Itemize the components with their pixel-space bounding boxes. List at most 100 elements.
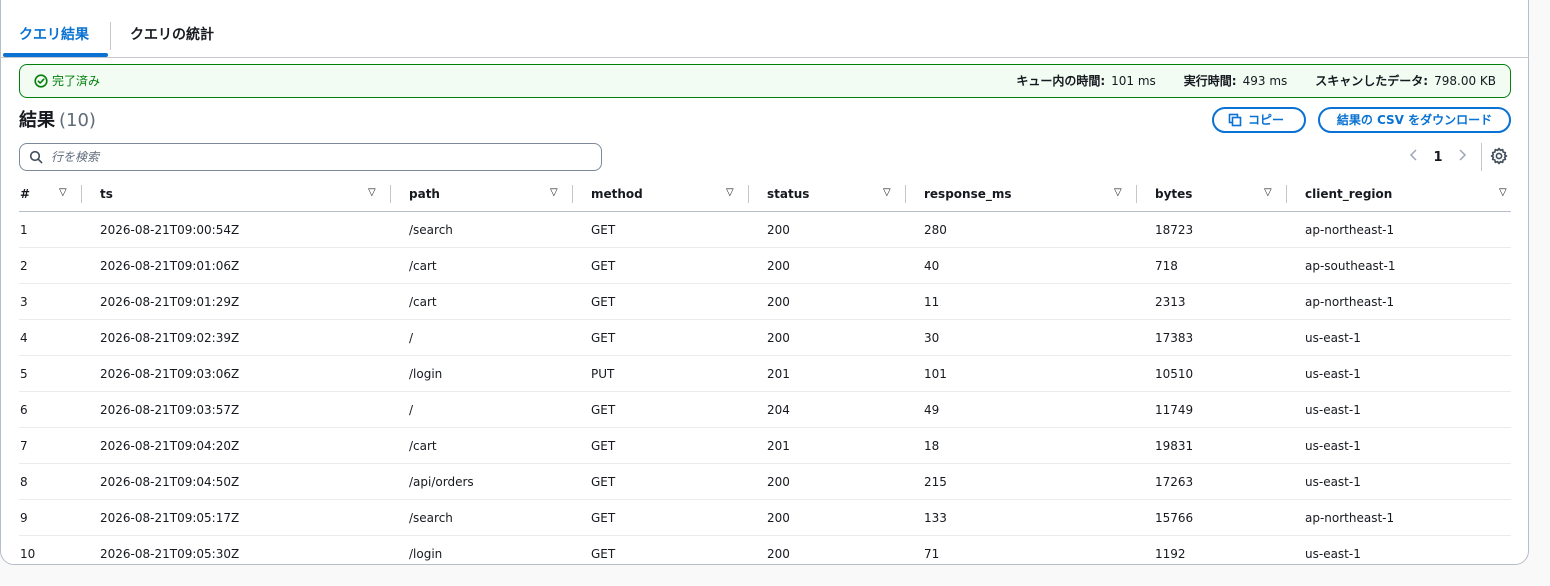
column-label: # bbox=[20, 187, 31, 201]
column-header-response-ms[interactable]: response_ms ▽ bbox=[906, 177, 1137, 212]
table-cell: PUT bbox=[573, 355, 749, 392]
table-cell: 2026-08-21T09:03:57Z bbox=[82, 391, 391, 428]
table-cell: 2026-08-21T09:04:50Z bbox=[82, 463, 391, 500]
sort-caret-icon[interactable]: ▽ bbox=[726, 187, 734, 198]
table-cell: 2026-08-21T09:05:17Z bbox=[82, 499, 391, 536]
copy-label: コピー bbox=[1248, 113, 1285, 127]
table-cell: ap-northeast-1 bbox=[1287, 283, 1511, 320]
column-label: client_region bbox=[1305, 187, 1393, 201]
table-cell: GET bbox=[573, 211, 749, 248]
query-stats: キュー内の時間: 101 ms 実行時間: 493 ms スキャンしたデータ: 798… bbox=[1016, 65, 1496, 97]
table-cell: 71 bbox=[924, 546, 940, 561]
chevron-left-icon[interactable] bbox=[1402, 149, 1426, 165]
sort-caret-icon[interactable]: ▽ bbox=[883, 187, 891, 198]
table-cell: ap-northeast-1 bbox=[1287, 499, 1511, 536]
column-header-path[interactable]: path ▽ bbox=[391, 177, 573, 212]
table-header-row: # ▽ ts ▽ path ▽ method ▽ status ▽ respon… bbox=[19, 177, 1511, 212]
stat-label: 実行時間: bbox=[1183, 74, 1237, 88]
table-row: 8 2026-08-21T09:04:50Z/api/orders GET 200 21… bbox=[19, 463, 1511, 500]
table-cell: / bbox=[391, 391, 573, 428]
table-cell: 3 bbox=[19, 283, 82, 320]
column-header-index[interactable]: # ▽ bbox=[19, 177, 82, 212]
results-heading: 結果 (10) bbox=[19, 106, 96, 132]
copy-button[interactable]: コピー bbox=[1212, 107, 1306, 133]
table-row: 5 2026-08-21T09:03:06Z/login PUT 201 101 1051… bbox=[19, 355, 1511, 392]
table-cell: 200 bbox=[749, 283, 906, 320]
search-input[interactable] bbox=[49, 149, 573, 165]
table-cell: 201 bbox=[749, 355, 906, 392]
sort-caret-icon[interactable]: ▽ bbox=[1264, 187, 1272, 198]
row-search bbox=[19, 143, 602, 171]
table-cell: us-east-1 bbox=[1287, 355, 1511, 392]
column-header-status[interactable]: status ▽ bbox=[749, 177, 906, 212]
sort-caret-icon[interactable]: ▽ bbox=[550, 187, 558, 198]
column-label: response_ms bbox=[924, 187, 1012, 201]
table-cell: 11749 bbox=[1137, 391, 1287, 428]
table-cell: GET bbox=[573, 499, 749, 536]
chevron-right-icon[interactable] bbox=[1450, 149, 1474, 165]
pagination: 1 bbox=[1402, 143, 1474, 171]
search-icon bbox=[29, 150, 43, 164]
table-cell: 200 bbox=[749, 319, 906, 356]
table-cell: GET bbox=[573, 283, 749, 320]
table-cell: 2026-08-21T09:04:20Z bbox=[82, 427, 391, 464]
results-count: (10) bbox=[59, 110, 96, 131]
column-header-ts[interactable]: ts ▽ bbox=[82, 177, 391, 212]
tab-query-results[interactable]: クエリ結果 bbox=[0, 14, 108, 57]
table-cell: us-east-1 bbox=[1287, 427, 1511, 464]
status-text: 完了済み bbox=[52, 74, 101, 88]
download-csv-button[interactable]: 結果の CSV をダウンロード bbox=[1318, 107, 1511, 133]
status-indicator: 完了済み bbox=[34, 65, 100, 97]
results-table: # ▽ ts ▽ path ▽ method ▽ status ▽ respon… bbox=[19, 177, 1511, 571]
table-row: 10 2026-08-21T09:05:30Z/login GET 200 71 1192… bbox=[19, 536, 1511, 572]
table-row: 6 2026-08-21T09:03:57Z / GET 204 49 11749 us-ea… bbox=[19, 391, 1511, 428]
table-cell: 10 bbox=[20, 546, 36, 561]
column-header-bytes[interactable]: bytes ▽ bbox=[1137, 177, 1287, 212]
column-header-method[interactable]: method ▽ bbox=[573, 177, 749, 212]
sort-caret-icon[interactable]: ▽ bbox=[368, 187, 376, 198]
page-number[interactable]: 1 bbox=[1426, 150, 1450, 165]
sort-caret-icon[interactable]: ▽ bbox=[59, 187, 67, 198]
table-cell: 6 bbox=[19, 391, 82, 428]
table-cell: 101 bbox=[906, 355, 1137, 392]
table-row: 1 2026-08-21T09:00:54Z/search GET 200 280 187… bbox=[19, 211, 1511, 248]
stat-run-time: 実行時間: 493 ms bbox=[1184, 65, 1287, 97]
table-cell: 18723 bbox=[1137, 211, 1287, 248]
stat-label: キュー内の時間: bbox=[1016, 74, 1106, 88]
table-cell: us-east-1 bbox=[1287, 319, 1511, 356]
table-row: 3 2026-08-21T09:01:29Z/cart GET 200 11 2313 ap… bbox=[19, 283, 1511, 320]
table-cell: 2026-08-21T09:05:30Z bbox=[100, 546, 240, 561]
sort-caret-icon[interactable]: ▽ bbox=[1499, 187, 1507, 198]
table-cell: GET bbox=[573, 427, 749, 464]
gear-icon[interactable] bbox=[1489, 146, 1509, 166]
table-cell: 200 bbox=[767, 546, 790, 561]
table-cell: 2313 bbox=[1137, 283, 1287, 320]
column-label: path bbox=[409, 187, 440, 201]
column-label: status bbox=[767, 187, 810, 201]
table-cell: 40 bbox=[906, 247, 1137, 284]
table-cell: /search bbox=[391, 211, 573, 248]
tab-query-stats[interactable]: クエリの統計 bbox=[111, 14, 233, 57]
table-cell: 280 bbox=[906, 211, 1137, 248]
table-cell: 2026-08-21T09:01:06Z bbox=[82, 247, 391, 284]
table-cell: 19831 bbox=[1137, 427, 1287, 464]
table-cell: GET bbox=[573, 319, 749, 356]
table-cell: 2 bbox=[19, 247, 82, 284]
table-cell: /cart bbox=[391, 247, 573, 284]
check-circle-icon bbox=[34, 74, 48, 88]
table-row: 4 2026-08-21T09:02:39Z / GET 200 30 17383 us-ea… bbox=[19, 319, 1511, 356]
table-cell: GET bbox=[573, 391, 749, 428]
table-cell: 4 bbox=[19, 319, 82, 356]
column-label: bytes bbox=[1155, 187, 1193, 201]
table-cell: 49 bbox=[906, 391, 1137, 428]
table-cell: /cart bbox=[391, 283, 573, 320]
stat-value: 493 ms bbox=[1242, 74, 1288, 88]
column-header-client-region[interactable]: client_region ▽ bbox=[1287, 177, 1511, 212]
table-cell: 2026-08-21T09:02:39Z bbox=[82, 319, 391, 356]
table-cell: GET bbox=[573, 247, 749, 284]
table-cell: /login bbox=[391, 355, 573, 392]
table-cell: /search bbox=[391, 499, 573, 536]
table-cell: 17263 bbox=[1137, 463, 1287, 500]
sort-caret-icon[interactable]: ▽ bbox=[1114, 187, 1122, 198]
table-cell: 2026-08-21T09:03:06Z bbox=[82, 355, 391, 392]
